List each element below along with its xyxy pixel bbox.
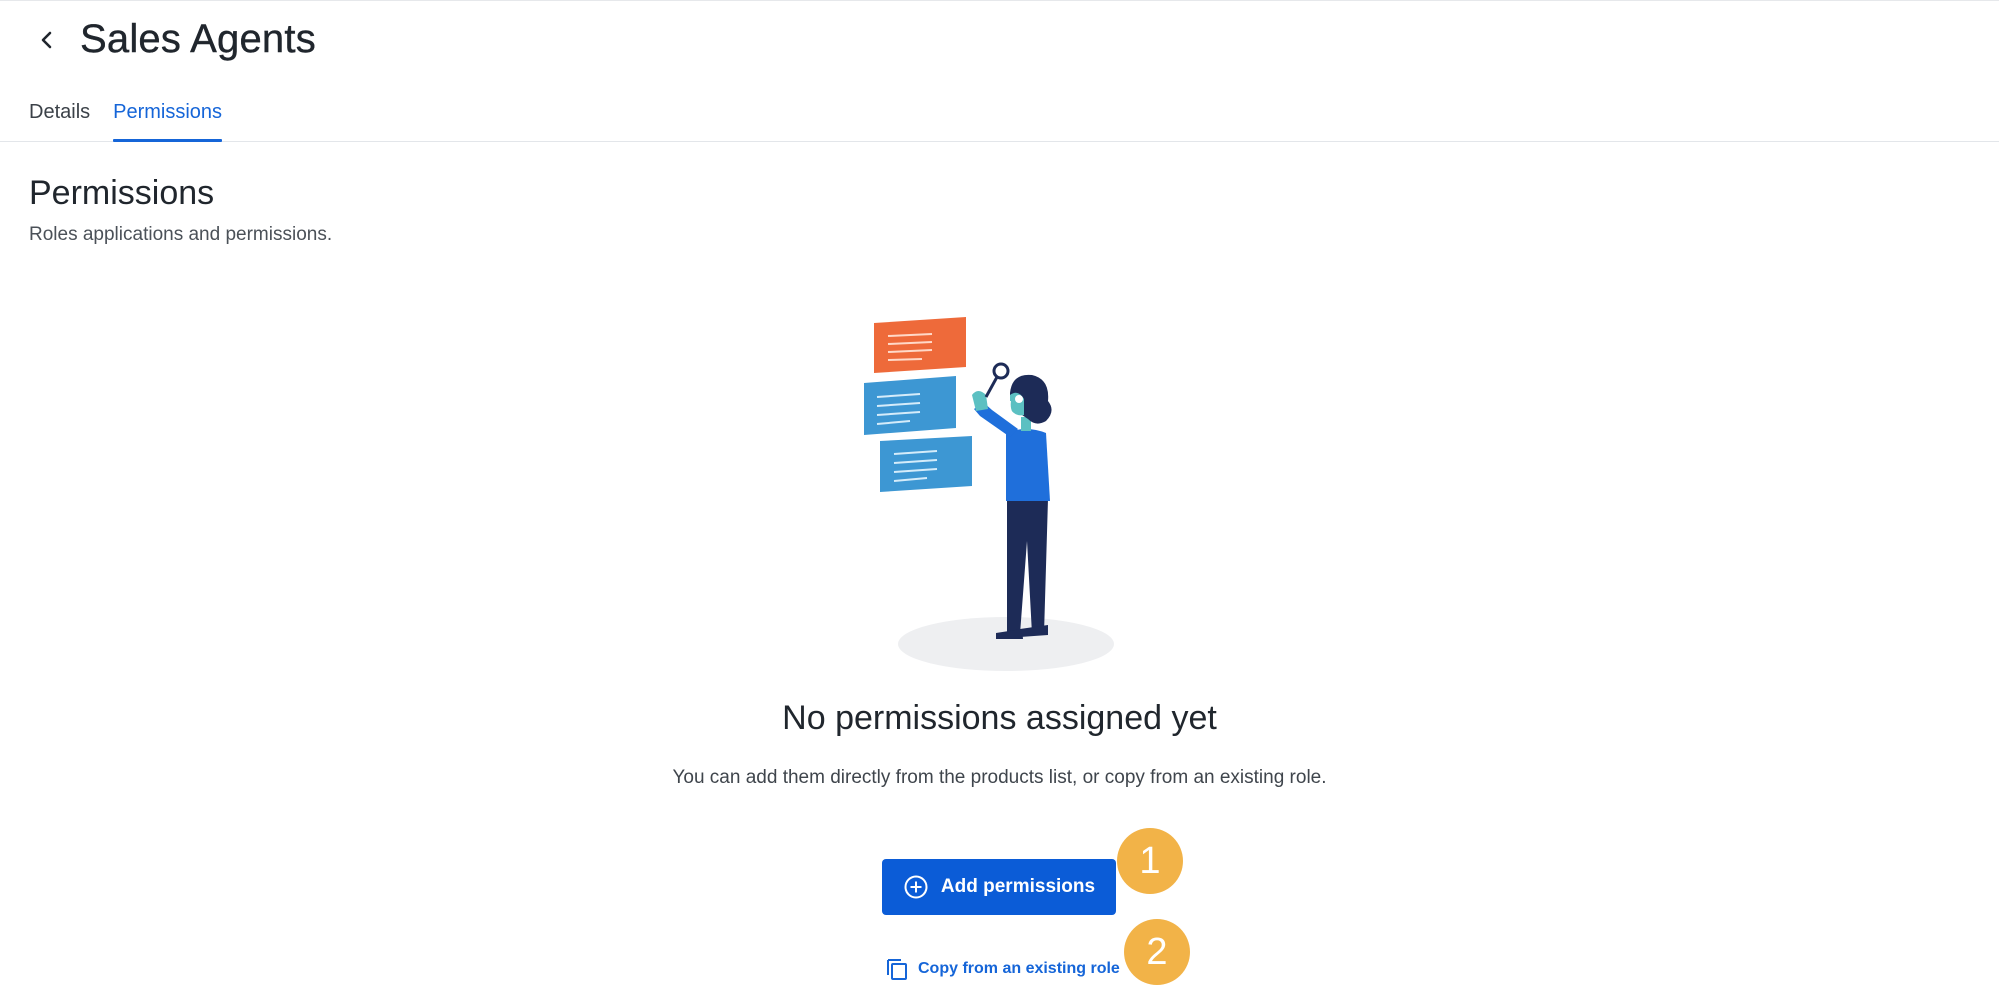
- blue-card-top: [864, 376, 956, 435]
- empty-state-description: You can add them directly from the produ…: [672, 767, 1327, 788]
- add-permissions-label: Add permissions: [940, 876, 1096, 897]
- step-badge-2: 2: [1124, 919, 1190, 985]
- orange-card: [874, 317, 966, 373]
- ground-shadow: [898, 617, 1114, 671]
- page-header: Sales Agents Details Permissions: [0, 1, 1999, 142]
- empty-state-title: No permissions assigned yet: [782, 699, 1217, 737]
- section-title: Permissions: [29, 174, 215, 212]
- copy-from-role-link[interactable]: Copy from an existing role: [884, 956, 1120, 982]
- copy-from-role-label: Copy from an existing role: [918, 960, 1120, 977]
- step-badge-1: 1: [1117, 828, 1183, 894]
- add-permissions-button[interactable]: Add permissions: [882, 859, 1116, 915]
- tab-permissions[interactable]: Permissions: [113, 99, 222, 142]
- tab-details[interactable]: Details: [29, 99, 90, 142]
- section-subtitle: Roles applications and permissions.: [29, 224, 333, 245]
- chevron-left-icon: [41, 31, 52, 49]
- page: Sales Agents Details Permissions Permiss…: [0, 0, 1999, 989]
- blue-card-bottom: [880, 436, 972, 492]
- empty-state-illustration: [860, 311, 1120, 681]
- tab-bar: Details Permissions: [29, 99, 245, 142]
- copy-icon: [887, 959, 907, 980]
- plus-circle-icon: [904, 875, 928, 899]
- person-figure: [972, 362, 1052, 639]
- page-title: Sales Agents: [80, 17, 316, 61]
- back-button[interactable]: [30, 23, 64, 57]
